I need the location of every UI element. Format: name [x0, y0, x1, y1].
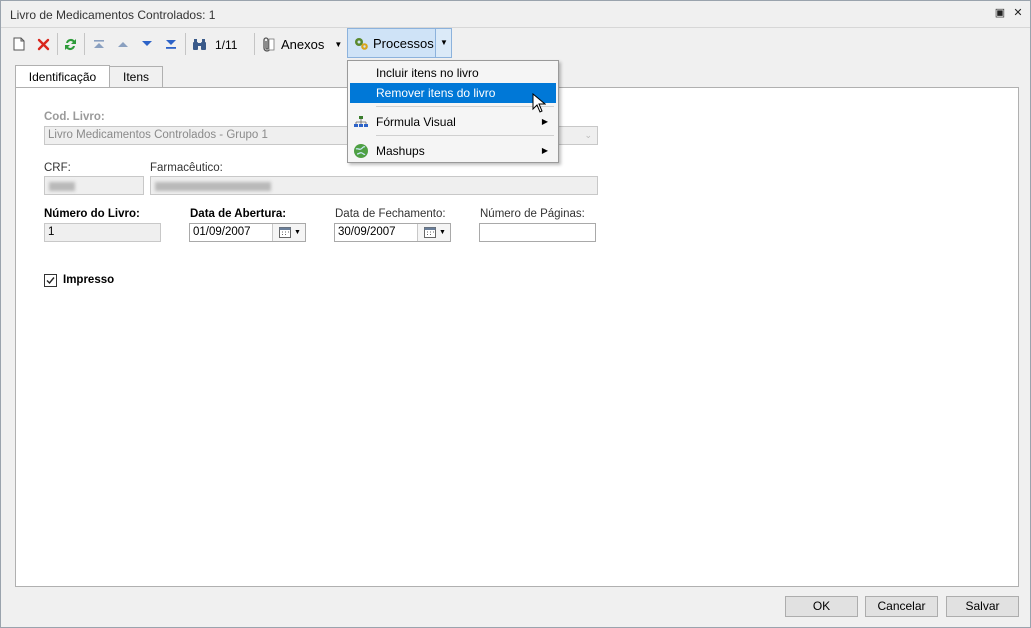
- anexos-dropdown-icon[interactable]: ▼: [334, 40, 342, 49]
- next-record-icon: [142, 41, 152, 46]
- impresso-label: Impresso: [63, 274, 115, 286]
- paperclip-icon: [263, 36, 275, 52]
- first-record-button[interactable]: [90, 33, 108, 55]
- submenu-arrow-icon: ▶: [541, 117, 548, 126]
- last-record-icon: [166, 39, 176, 49]
- data-fechamento-calendar-button[interactable]: ▼: [417, 224, 450, 241]
- tab-identificacao[interactable]: Identificação: [15, 65, 110, 88]
- previous-record-icon: [118, 42, 128, 47]
- chevron-down-icon: ▼: [439, 229, 446, 236]
- processos-dropdown-button[interactable]: ▼: [435, 28, 452, 58]
- numero-paginas-label: Número de Páginas:: [480, 208, 585, 220]
- save-button[interactable]: Salvar: [946, 596, 1019, 617]
- record-position: 1/11: [215, 38, 238, 52]
- hierarchy-icon: [354, 116, 368, 127]
- processos-label: Processos: [373, 36, 434, 51]
- menu-item-formula-visual[interactable]: Fórmula Visual ▶: [350, 112, 556, 132]
- binoculars-icon: [192, 38, 206, 50]
- anexos-label: Anexos: [281, 36, 325, 52]
- tab-itens[interactable]: Itens: [109, 66, 163, 87]
- calendar-icon: [424, 227, 436, 238]
- first-record-icon: [94, 40, 104, 48]
- cod-livro-value: Livro Medicamentos Controlados - Grupo 1: [48, 129, 268, 141]
- crf-field: [44, 176, 144, 195]
- previous-record-button[interactable]: [114, 33, 132, 55]
- restore-icon[interactable]: ▣: [993, 6, 1007, 20]
- data-fechamento-label: Data de Fechamento:: [335, 208, 446, 220]
- redacted-value: [49, 182, 75, 191]
- cod-livro-label: Cod. Livro:: [44, 111, 105, 123]
- delete-button[interactable]: [34, 33, 52, 55]
- numero-livro-label: Número do Livro:: [44, 208, 140, 220]
- menu-item-mashups[interactable]: Mashups ▶: [350, 141, 556, 161]
- gears-icon: [355, 38, 368, 50]
- data-fechamento-input[interactable]: 30/09/2007 ▼: [334, 223, 451, 242]
- farmaceutico-field: [150, 176, 598, 195]
- menu-item-label: Fórmula Visual: [376, 115, 456, 129]
- menu-item-remover-itens[interactable]: Remover itens do livro: [350, 83, 556, 103]
- numero-paginas-input[interactable]: [479, 223, 596, 242]
- refresh-button[interactable]: [61, 33, 79, 55]
- chevron-down-icon: ▼: [440, 38, 448, 47]
- new-record-button[interactable]: [10, 33, 28, 55]
- dialog-window: Livro de Medicamentos Controlados: 1 ▣ ✕: [0, 0, 1031, 628]
- anexos-button[interactable]: Anexos ▼: [261, 33, 345, 55]
- menu-item-label: Mashups: [376, 144, 425, 158]
- submenu-arrow-icon: ▶: [541, 146, 548, 155]
- new-document-icon: [13, 37, 25, 51]
- toolbar: 1/11 Anexos ▼: [1, 28, 1030, 60]
- data-abertura-value: 01/09/2007: [193, 226, 251, 238]
- processos-button[interactable]: Processos: [347, 28, 436, 58]
- checkmark-icon: [46, 277, 55, 285]
- crf-label: CRF:: [44, 162, 71, 174]
- redacted-value: [155, 182, 271, 191]
- title-bar: Livro de Medicamentos Controlados: 1 ▣ ✕: [1, 1, 1030, 28]
- chevron-down-icon: ▼: [294, 229, 301, 236]
- mouse-pointer-icon: [532, 93, 546, 113]
- calendar-icon: [279, 227, 291, 238]
- window-title: Livro de Medicamentos Controlados: 1: [10, 8, 216, 22]
- next-record-button[interactable]: [138, 33, 156, 55]
- data-abertura-input[interactable]: 01/09/2007 ▼: [189, 223, 306, 242]
- globe-icon: [354, 144, 368, 158]
- cancel-button[interactable]: Cancelar: [865, 596, 938, 617]
- delete-x-icon: [37, 38, 49, 50]
- data-abertura-calendar-button[interactable]: ▼: [272, 224, 305, 241]
- ok-button[interactable]: OK: [785, 596, 858, 617]
- farmaceutico-label: Farmacêutico:: [150, 162, 223, 174]
- menu-item-label: Incluir itens no livro: [376, 66, 479, 80]
- find-button[interactable]: [190, 33, 208, 55]
- processos-menu: Incluir itens no livro Remover itens do …: [347, 60, 559, 163]
- numero-livro-field: 1: [44, 223, 161, 242]
- data-abertura-label: Data de Abertura:: [190, 208, 287, 220]
- numero-livro-value: 1: [48, 226, 55, 238]
- menu-item-label: Remover itens do livro: [376, 86, 496, 100]
- last-record-button[interactable]: [162, 33, 180, 55]
- chevron-down-icon: ⌄: [584, 130, 592, 140]
- impresso-checkbox[interactable]: [44, 274, 57, 287]
- data-fechamento-value: 30/09/2007: [338, 226, 396, 238]
- menu-item-incluir-itens[interactable]: Incluir itens no livro: [350, 63, 556, 83]
- refresh-icon: [64, 38, 76, 50]
- close-icon[interactable]: ✕: [1011, 6, 1025, 20]
